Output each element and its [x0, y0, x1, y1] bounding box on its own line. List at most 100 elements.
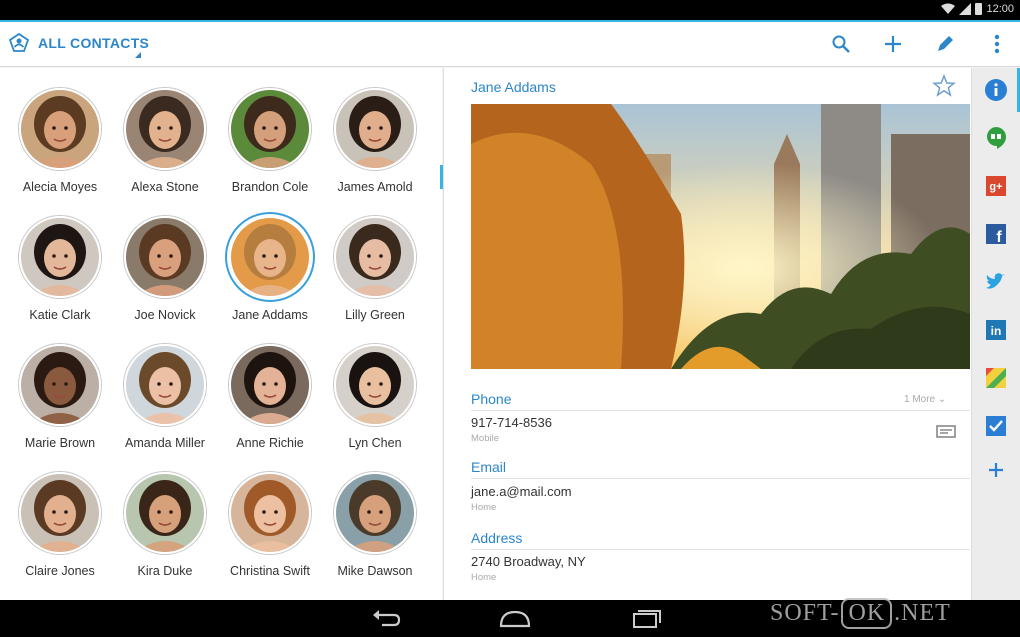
more-label: 1 More — [904, 394, 936, 405]
plus-icon — [885, 36, 901, 52]
contact-item[interactable]: Claire Jones — [8, 472, 112, 578]
contact-item[interactable]: Christina Swift — [218, 472, 322, 578]
phone-section-header: Phone — [471, 391, 512, 407]
contacts-filter-dropdown[interactable]: ALL CONTACTS — [8, 32, 149, 54]
contact-name: Anne Richie — [236, 436, 304, 450]
contact-name: Alexa Stone — [131, 180, 199, 194]
contact-item[interactable]: Amanda Miller — [113, 344, 217, 450]
contact-avatar — [19, 344, 101, 426]
contact-avatar — [229, 88, 311, 170]
section-divider — [471, 549, 970, 550]
overflow-menu-button[interactable] — [984, 31, 1010, 57]
tasks-icon[interactable] — [984, 414, 1008, 438]
social-rail: g+ f in — [971, 68, 1020, 600]
phone-type: Mobile — [471, 433, 499, 444]
google-plus-icon[interactable]: g+ — [984, 174, 1008, 198]
edit-button[interactable] — [932, 31, 958, 57]
svg-text:in: in — [991, 324, 1002, 338]
contact-name: Mike Dawson — [337, 564, 413, 578]
watermark-box: OK — [841, 598, 893, 629]
signal-icon — [959, 3, 972, 15]
contact-item[interactable]: Alexa Stone — [113, 88, 217, 194]
svg-text:f: f — [996, 229, 1002, 246]
contact-item[interactable]: Anne Richie — [218, 344, 322, 450]
contact-cover-photo — [471, 104, 970, 369]
page-title: ALL CONTACTS — [38, 35, 150, 51]
section-divider — [471, 410, 970, 411]
contact-avatar — [19, 472, 101, 554]
contact-name: Claire Jones — [25, 564, 95, 578]
watermark: SOFT- OK .NET — [770, 598, 951, 629]
contact-avatar — [124, 344, 206, 426]
dropdown-indicator — [135, 52, 141, 58]
contact-avatar — [124, 216, 206, 298]
watermark-suffix: .NET — [894, 600, 951, 626]
recents-icon[interactable] — [626, 606, 666, 632]
contact-name: Kira Duke — [137, 564, 193, 578]
contact-item[interactable]: Mike Dawson — [323, 472, 427, 578]
contact-avatar — [124, 472, 206, 554]
contact-avatar — [19, 88, 101, 170]
svg-text:g+: g+ — [989, 181, 1002, 193]
address-section-header: Address — [471, 530, 523, 546]
add-contact-button[interactable] — [880, 31, 906, 57]
message-icon[interactable] — [936, 425, 956, 439]
contact-detail-pane: Jane Addams Phone 1 More ⌄ 917-714-8536 … — [444, 68, 971, 600]
address-type: Home — [471, 572, 497, 583]
search-button[interactable] — [828, 31, 854, 57]
pencil-icon — [938, 36, 953, 51]
contact-name: Katie Clark — [29, 308, 91, 322]
linkedin-icon[interactable]: in — [984, 318, 1008, 342]
contact-name: James Amold — [337, 180, 413, 194]
contact-name: Marie Brown — [24, 436, 96, 450]
phone-number[interactable]: 917-714-8536 — [471, 415, 552, 430]
email-address[interactable]: jane.a@mail.com — [471, 484, 572, 499]
twitter-icon[interactable] — [984, 270, 1008, 294]
contact-name: Christina Swift — [230, 564, 310, 578]
contact-name: Joe Novick — [134, 308, 196, 322]
email-section-header: Email — [471, 459, 507, 475]
contact-item[interactable]: Kira Duke — [113, 472, 217, 578]
more-vert-icon — [994, 34, 1000, 54]
contacts-app-icon — [8, 32, 30, 52]
home-icon[interactable] — [495, 606, 535, 632]
contact-avatar — [124, 88, 206, 170]
contact-item[interactable]: Marie Brown — [8, 344, 112, 450]
contact-item[interactable]: James Amold — [323, 88, 427, 194]
contact-item[interactable]: Alecia Moyes — [8, 88, 112, 194]
facebook-icon[interactable]: f — [984, 222, 1008, 246]
back-icon[interactable] — [366, 606, 406, 632]
contact-avatar — [334, 216, 416, 298]
info-icon[interactable] — [984, 78, 1008, 102]
contact-name: Lyn Chen — [348, 436, 402, 450]
maps-icon[interactable] — [984, 366, 1008, 390]
hangouts-icon[interactable] — [984, 126, 1008, 150]
contact-name: Brandon Cole — [231, 180, 309, 194]
favorite-star-icon[interactable] — [932, 74, 956, 98]
contact-avatar — [229, 472, 311, 554]
contact-name: Amanda Miller — [125, 436, 205, 450]
contact-avatar — [334, 472, 416, 554]
contact-name: Lilly Green — [345, 308, 405, 322]
contact-item[interactable]: Katie Clark — [8, 216, 112, 322]
action-bar: ALL CONTACTS — [0, 20, 1020, 67]
contact-name: Alecia Moyes — [22, 180, 98, 194]
more-phones-toggle[interactable]: 1 More ⌄ — [904, 394, 946, 405]
contact-avatar — [19, 216, 101, 298]
wifi-icon — [941, 3, 956, 14]
contact-item[interactable]: Joe Novick — [113, 216, 217, 322]
contact-item[interactable]: Lyn Chen — [323, 344, 427, 450]
contact-item[interactable]: Jane Addams — [218, 216, 322, 322]
add-icon[interactable] — [984, 458, 1008, 482]
detail-contact-name: Jane Addams — [471, 79, 556, 95]
contact-name: Jane Addams — [232, 308, 308, 322]
status-time: 12:00 — [986, 3, 1014, 15]
battery-icon — [975, 3, 983, 15]
search-icon — [832, 35, 850, 53]
section-divider — [471, 478, 970, 479]
contact-avatar — [334, 88, 416, 170]
contact-item[interactable]: Lilly Green — [323, 216, 427, 322]
status-bar: 12:00 — [0, 0, 1020, 20]
contact-item[interactable]: Brandon Cole — [218, 88, 322, 194]
street-address[interactable]: 2740 Broadway, NY — [471, 554, 586, 569]
